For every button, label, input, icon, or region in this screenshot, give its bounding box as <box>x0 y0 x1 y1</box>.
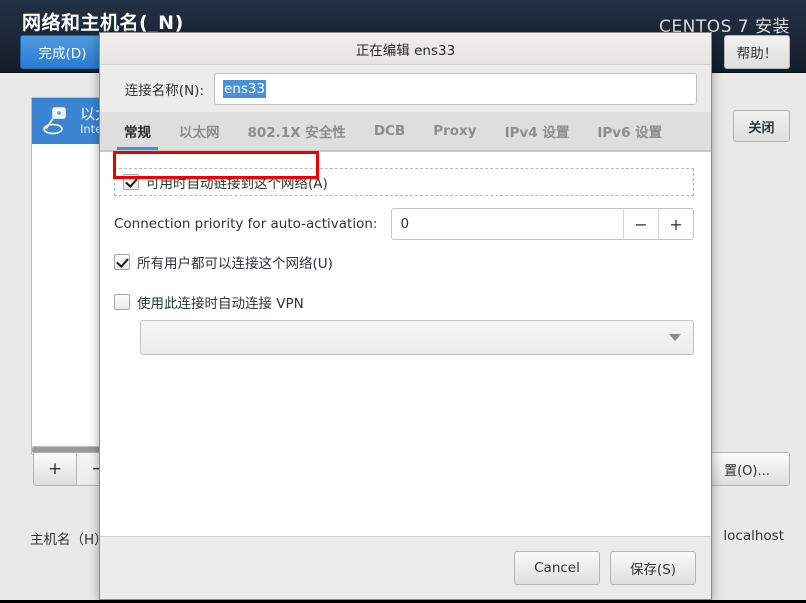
chevron-down-icon <box>669 334 681 341</box>
tab-ethernet[interactable]: 以太网 <box>165 112 234 150</box>
page-title: 网络和主机名(_N) <box>22 12 184 34</box>
priority-stepper[interactable]: 0 − + <box>391 208 694 240</box>
add-connection-button[interactable]: + <box>33 452 77 486</box>
priority-increment-button[interactable]: + <box>658 209 693 239</box>
done-button[interactable]: 完成(D) <box>20 35 105 69</box>
vpn-row[interactable]: 使用此连接时自动连接 VPN <box>114 292 304 312</box>
tab-ipv4-settings[interactable]: IPv4 设置 <box>491 112 584 150</box>
all-users-row[interactable]: 所有用户都可以连接这个网络(U) <box>114 252 333 272</box>
close-button[interactable]: 关闭 <box>733 110 790 142</box>
dialog-footer: Cancel 保存(S) <box>100 536 711 599</box>
dialog-title: 正在编辑 ens33 <box>355 42 456 59</box>
tab-dcb[interactable]: DCB <box>360 112 419 150</box>
tab-general[interactable]: 常规 <box>110 112 165 150</box>
ethernet-icon <box>40 104 74 138</box>
vpn-checkbox[interactable] <box>114 294 130 310</box>
help-button[interactable]: 帮助！ <box>724 35 790 69</box>
connection-name-input[interactable]: ens33 <box>214 72 697 105</box>
priority-label: Connection priority for auto-activation: <box>114 216 378 232</box>
dialog-titlebar: 正在编辑 ens33 <box>100 33 711 65</box>
configure-button[interactable]: 置(O)... <box>702 452 790 486</box>
hostname-label: 主机名（H） <box>30 532 108 548</box>
auto-connect-checkbox[interactable] <box>123 174 139 190</box>
connection-name-label: 连接名称(N): <box>124 82 204 99</box>
connection-name-value: ens33 <box>223 79 267 98</box>
edit-connection-dialog: 正在编辑 ens33 连接名称(N): ens33 常规 以太网 802.1X … <box>99 32 712 600</box>
dialog-content-general: 可用时自动链接到这个网络(A) Connection priority for … <box>100 151 711 536</box>
hostname-value: localhost <box>723 528 784 544</box>
cancel-button[interactable]: Cancel <box>514 551 600 585</box>
auto-connect-label: 可用时自动链接到这个网络(A) <box>146 176 328 192</box>
auto-connect-row[interactable]: 可用时自动链接到这个网络(A) <box>114 168 694 196</box>
tab-8021x-security[interactable]: 802.1X 安全性 <box>234 112 360 150</box>
priority-value[interactable]: 0 <box>392 209 623 239</box>
priority-decrement-button[interactable]: − <box>623 209 658 239</box>
tab-ipv6-settings[interactable]: IPv6 设置 <box>583 112 676 150</box>
priority-row: Connection priority for auto-activation:… <box>114 207 694 241</box>
vpn-label: 使用此连接时自动连接 VPN <box>137 296 304 312</box>
connection-name-row: 连接名称(N): ens33 <box>100 65 711 112</box>
save-button[interactable]: 保存(S) <box>610 551 696 585</box>
all-users-checkbox[interactable] <box>114 254 130 270</box>
dialog-tabbar: 常规 以太网 802.1X 安全性 DCB Proxy IPv4 设置 IPv6… <box>100 112 711 151</box>
tab-proxy[interactable]: Proxy <box>419 112 490 150</box>
all-users-label: 所有用户都可以连接这个网络(U) <box>137 256 333 272</box>
vpn-select[interactable] <box>140 320 694 355</box>
